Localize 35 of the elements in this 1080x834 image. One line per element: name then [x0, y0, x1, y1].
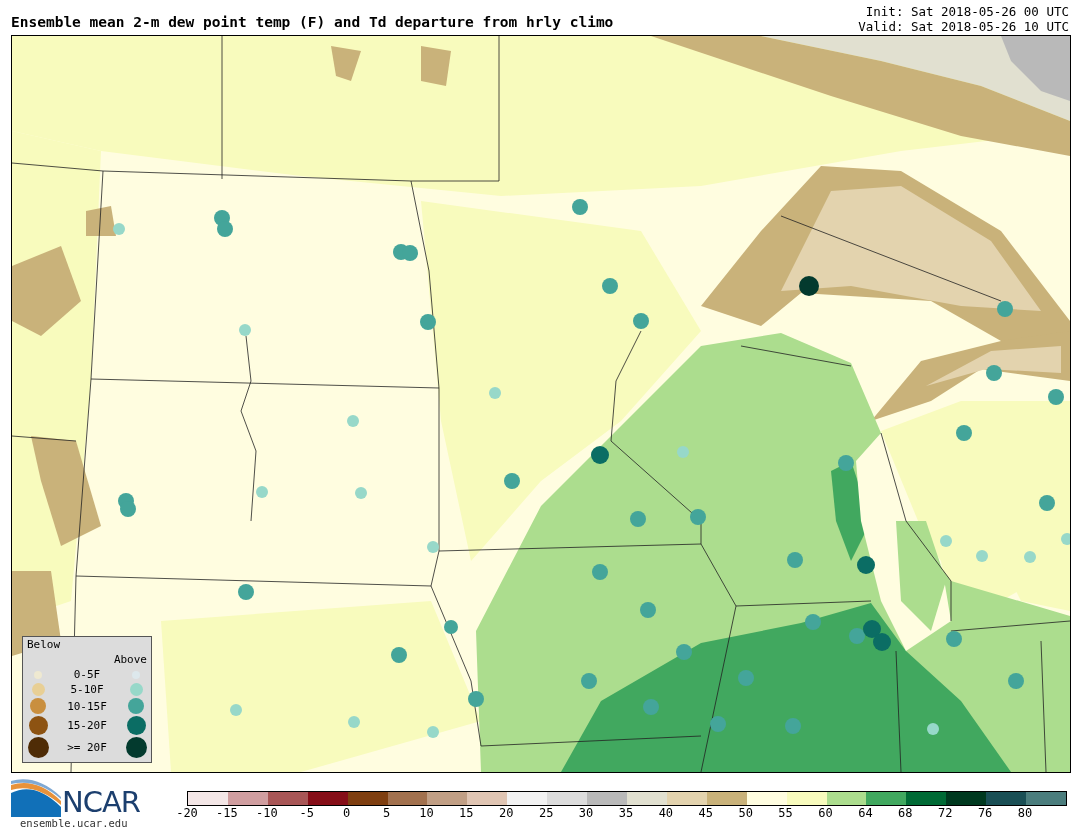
scale-tick-label: 15 — [459, 806, 474, 820]
init-time: Init: Sat 2018-05-26 00 UTC — [865, 4, 1069, 19]
scale-tick-label: 40 — [658, 806, 674, 820]
scale-tick-label: 10 — [419, 806, 434, 820]
website-url: ensemble.ucar.edu — [20, 817, 129, 829]
scale-tick-label: 60 — [818, 806, 833, 820]
swoosh-icon — [11, 779, 61, 817]
scale-tick-label: 50 — [738, 806, 753, 820]
legend-label: 10-15F — [66, 699, 108, 713]
scale-tick-label: 76 — [977, 806, 993, 820]
valid-time: Valid: Sat 2018-05-26 10 UTC — [858, 19, 1069, 34]
scale-tick-label: 80 — [1017, 806, 1033, 820]
scale-tick-label: 72 — [938, 806, 953, 820]
scale-tick-label: 0 — [343, 806, 351, 820]
scale-tick-label: -10 — [255, 806, 278, 820]
legend-header: Above — [113, 653, 147, 666]
scale-tick-label: -15 — [216, 806, 238, 820]
legend-label: 5-10F — [69, 683, 105, 696]
scale-tick-label: -5 — [299, 806, 314, 820]
scale-tick-label: 45 — [698, 806, 713, 820]
legend-label: >= 20F — [66, 741, 108, 754]
legend-label: 15-20F — [66, 719, 108, 732]
scale-tick-label: 68 — [898, 806, 913, 820]
legend-label: 0-5F — [72, 668, 102, 681]
scale-tick-label: -20 — [176, 806, 198, 820]
scale-tick-label: 20 — [499, 806, 514, 820]
scale-tick-label: 5 — [382, 806, 391, 820]
logo-text: NCAR — [62, 787, 140, 817]
scale-tick-label: 55 — [778, 806, 793, 820]
scale-tick-label: 30 — [578, 806, 594, 820]
chart-title: Ensemble mean 2-m dew point temp (F) and Td departure from hrly climo — [11, 14, 614, 32]
scale-tick-label: 64 — [858, 806, 873, 820]
scale-tick-label: 35 — [618, 806, 634, 820]
legend-header: Below — [27, 638, 62, 651]
scale-tick-label: 25 — [538, 806, 554, 820]
